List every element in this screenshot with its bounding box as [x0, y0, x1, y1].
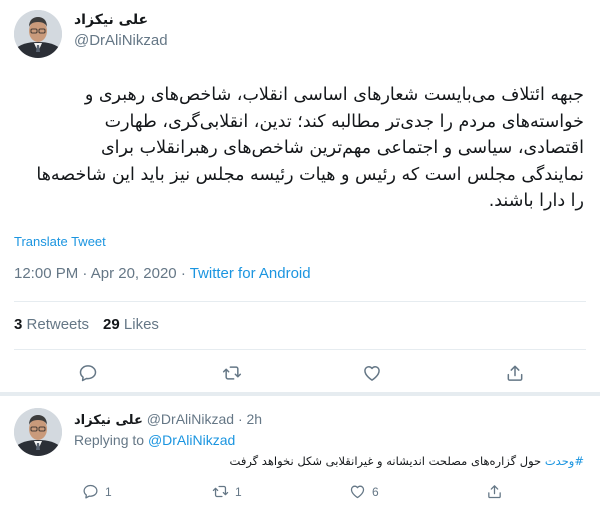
- reply-icon: [82, 483, 99, 500]
- like-icon: [349, 483, 366, 500]
- divider: [14, 301, 586, 302]
- main-tweet: علی نیکزاد @DrAliNikzad جبهه ائتلاف می‌ب…: [0, 0, 600, 394]
- reply-body: حول گزاره‌های مصلحت اندیشانه و غیرانقلاب…: [229, 454, 542, 468]
- author-handle[interactable]: @DrAliNikzad: [74, 32, 168, 49]
- reply-text: #وحدت حول گزاره‌های مصلحت اندیشانه و غیر…: [196, 454, 584, 468]
- tweet-meta: 12:00 PM · Apr 20, 2020 · Twitter for An…: [14, 265, 311, 282]
- reply-age[interactable]: 2h: [247, 411, 263, 427]
- tweet-text-line: اقتصادی، سیاسی و اجتماعی مهم‌ترین شاخص‌ه…: [100, 138, 584, 158]
- share-icon: [486, 483, 503, 500]
- tweet-text-line: جبهه ائتلاف می‌بایست شعارهای اساسی انقلا…: [84, 85, 584, 105]
- tweet-text-line: خواسته‌های مردم را جدی‌تر مطالبه کند؛ تد…: [104, 111, 584, 132]
- reply-like-count: 6: [372, 484, 379, 499]
- reply-reply-button[interactable]: 1: [82, 483, 112, 500]
- author-block: علی نیکزاد @DrAliNikzad: [74, 12, 168, 49]
- share-icon: [505, 363, 525, 383]
- meta-separator: ·: [180, 265, 190, 282]
- replying-mention[interactable]: @DrAliNikzad: [148, 432, 235, 448]
- meta-separator: ·: [237, 411, 247, 427]
- tweet-time[interactable]: 12:00 PM: [14, 265, 78, 282]
- like-button[interactable]: [358, 359, 386, 387]
- likes-label: Likes: [123, 316, 159, 333]
- translate-tweet-link[interactable]: Translate Tweet: [14, 234, 106, 249]
- reply-icon: [78, 363, 98, 383]
- tweet-text-line: نمایندگی مجلس است که رئیس و هیات رئیسه م…: [36, 164, 584, 185]
- replying-prefix: Replying to: [74, 432, 145, 448]
- retweets-stat[interactable]: 3 Retweets: [14, 316, 89, 333]
- reply-button[interactable]: [74, 359, 102, 387]
- tweet-separator: [0, 392, 600, 396]
- reply-retweet-count: 1: [235, 484, 242, 499]
- likes-stat[interactable]: 29 Likes: [103, 316, 159, 333]
- share-button[interactable]: [501, 359, 529, 387]
- avatar[interactable]: [14, 10, 62, 58]
- avatar-image: [14, 10, 62, 58]
- like-icon: [362, 363, 382, 383]
- reply-avatar[interactable]: [14, 408, 62, 456]
- reply-like-button[interactable]: 6: [349, 483, 379, 500]
- reply-count: 1: [105, 484, 112, 499]
- replying-to: Replying to @DrAliNikzad: [74, 432, 235, 448]
- retweets-count: 3: [14, 316, 23, 333]
- reply-author-handle[interactable]: @DrAliNikzad: [147, 411, 234, 427]
- reply-author-name[interactable]: علی نیکزاد: [74, 413, 143, 428]
- tweet-stats: 3 Retweets 29 Likes: [14, 316, 159, 333]
- avatar-image: [14, 408, 62, 456]
- retweet-icon: [222, 363, 242, 383]
- hashtag-link[interactable]: #وحدت: [545, 454, 584, 468]
- tweet-source[interactable]: Twitter for Android: [190, 265, 311, 282]
- meta-separator: ·: [82, 265, 91, 282]
- retweet-button[interactable]: [218, 359, 246, 387]
- retweet-icon: [212, 483, 229, 500]
- reply-header: علی نیکزاد @DrAliNikzad · 2h: [74, 411, 262, 428]
- tweet-text-line: را دارا باشند.: [488, 191, 584, 211]
- tweet-date[interactable]: Apr 20, 2020: [91, 265, 177, 282]
- retweets-label: Retweets: [26, 316, 90, 333]
- reply-retweet-button[interactable]: 1: [212, 483, 242, 500]
- likes-count: 29: [103, 316, 120, 333]
- reply-share-button[interactable]: [486, 483, 503, 500]
- tweet-text: جبهه ائتلاف می‌بایست شعارهای اساسی انقلا…: [14, 82, 584, 215]
- author-display-name[interactable]: علی نیکزاد: [74, 12, 168, 28]
- divider: [14, 349, 586, 350]
